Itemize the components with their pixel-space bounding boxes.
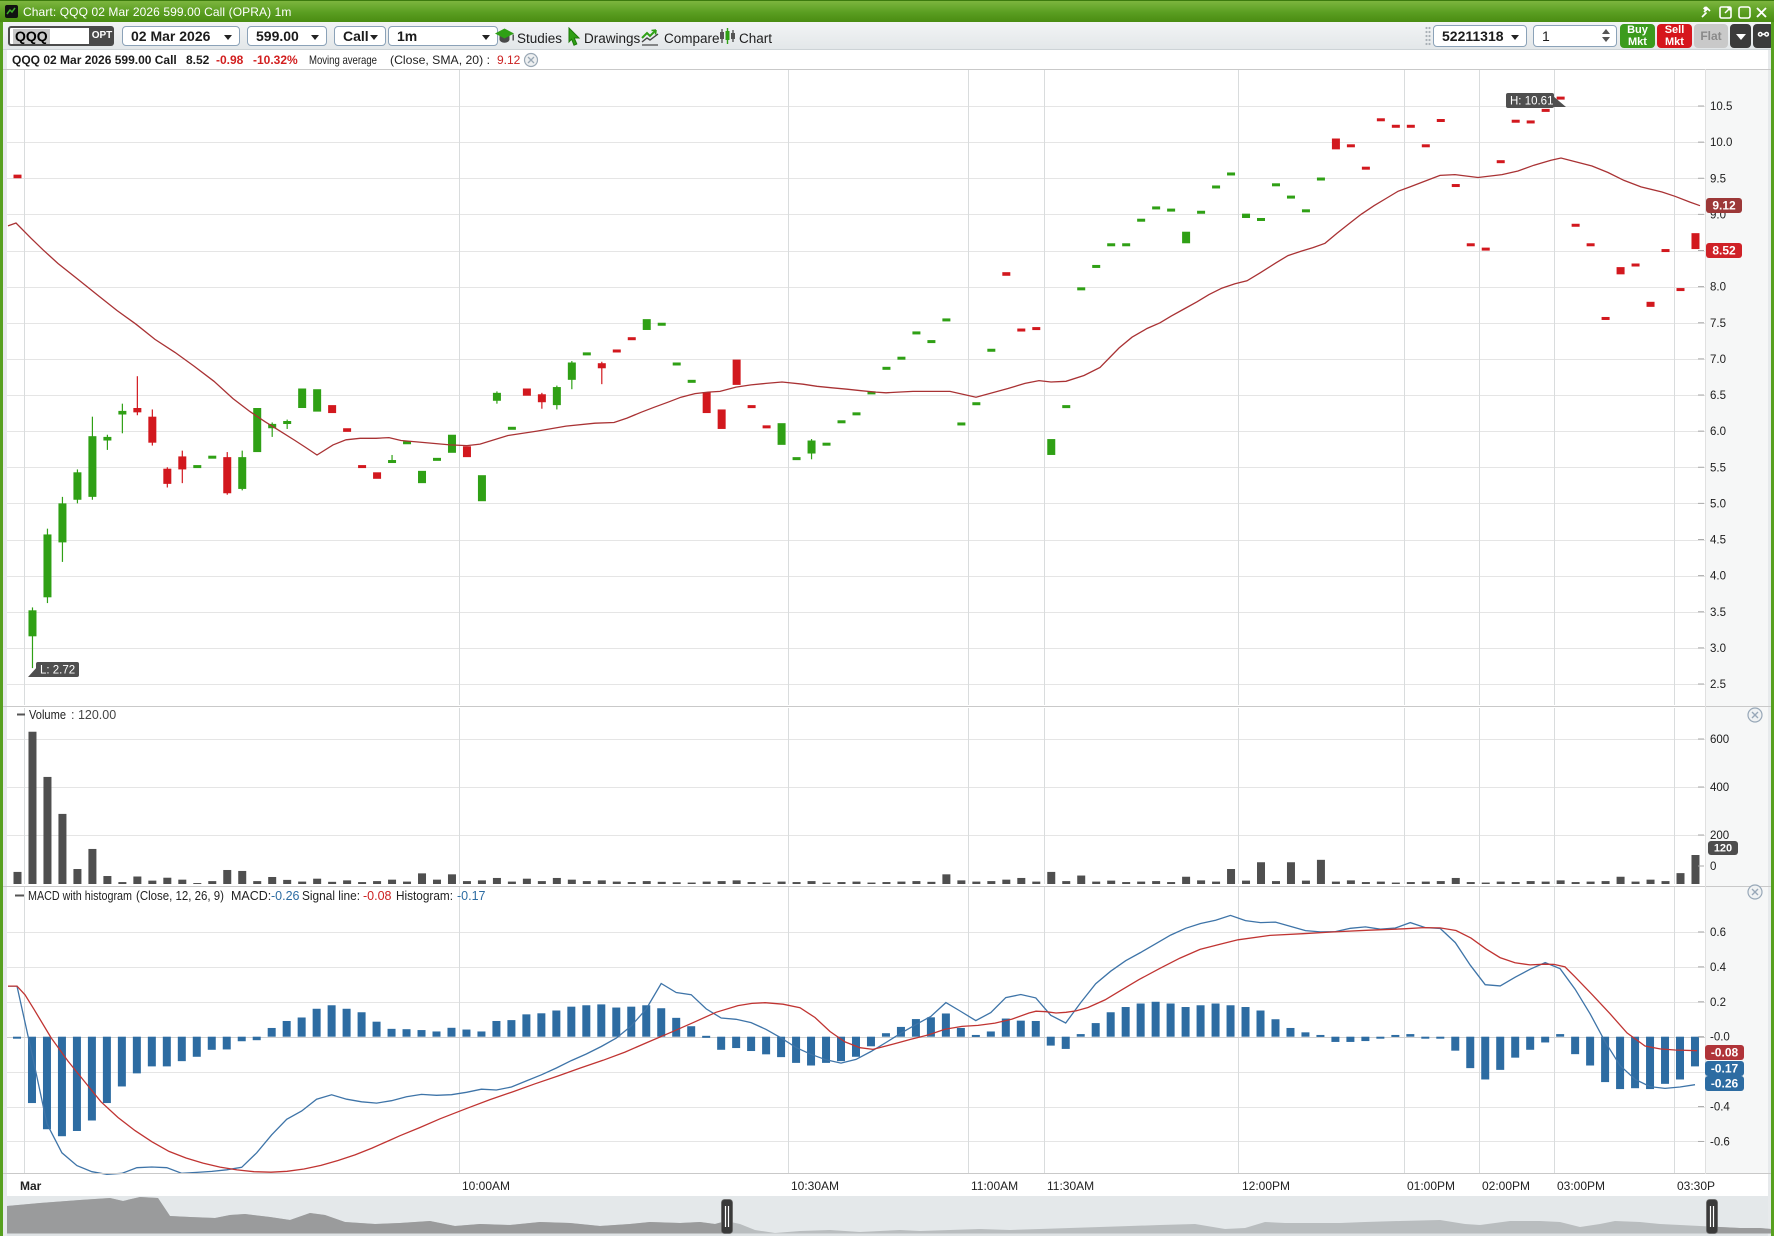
svg-text:-0.4: -0.4: [1710, 1102, 1730, 1114]
svg-text:0.4: 0.4: [1710, 962, 1727, 974]
svg-text:120: 120: [1714, 843, 1732, 855]
svg-text:Moving average: Moving average: [309, 53, 377, 67]
svg-text:Signal line:: Signal line:: [302, 889, 360, 903]
svg-text:MACD with histogram: MACD with histogram: [28, 889, 132, 903]
svg-text:QQQ 02 Mar 2026 599.00 Call: QQQ 02 Mar 2026 599.00 Call: [12, 53, 177, 67]
svg-text:12:00PM: 12:00PM: [1242, 1179, 1290, 1193]
svg-text:01:00PM: 01:00PM: [1407, 1179, 1455, 1193]
svg-text:L: 2.72: L: 2.72: [40, 665, 75, 677]
svg-text:10.0: 10.0: [1710, 137, 1732, 149]
svg-text:02:00PM: 02:00PM: [1482, 1179, 1530, 1193]
svg-text:-0.0: -0.0: [1710, 1032, 1730, 1044]
svg-text:600: 600: [1710, 734, 1729, 746]
svg-text:10:00AM: 10:00AM: [462, 1179, 510, 1193]
svg-text:400: 400: [1710, 782, 1729, 794]
svg-text:-0.26: -0.26: [271, 889, 300, 903]
svg-text:0: 0: [1710, 861, 1716, 873]
svg-text:03:00PM: 03:00PM: [1557, 1179, 1605, 1193]
svg-text:9.5: 9.5: [1710, 173, 1726, 185]
svg-text:6.5: 6.5: [1710, 390, 1726, 402]
svg-text:9.12: 9.12: [1712, 199, 1736, 213]
svg-text:2.5: 2.5: [1710, 679, 1726, 691]
svg-text:3.5: 3.5: [1710, 607, 1726, 619]
svg-text:200: 200: [1710, 830, 1729, 842]
svg-text:0.2: 0.2: [1710, 997, 1726, 1009]
svg-text:8.52: 8.52: [186, 53, 210, 67]
svg-text:8.52: 8.52: [1712, 244, 1736, 258]
svg-text:11:30AM: 11:30AM: [1047, 1179, 1094, 1193]
svg-text:10.5: 10.5: [1710, 101, 1732, 113]
svg-text:Volume: Volume: [29, 708, 66, 722]
svg-text:9.12: 9.12: [497, 53, 521, 67]
svg-text:-0.6: -0.6: [1710, 1136, 1730, 1148]
svg-text:(Close, 12, 26, 9): (Close, 12, 26, 9): [136, 889, 224, 903]
svg-text:3.0: 3.0: [1710, 643, 1726, 655]
svg-text:4.5: 4.5: [1710, 535, 1726, 547]
svg-text:5.5: 5.5: [1710, 462, 1726, 474]
svg-text:Mar: Mar: [20, 1179, 42, 1193]
svg-text:-0.17: -0.17: [457, 889, 486, 903]
svg-text:6.0: 6.0: [1710, 426, 1726, 438]
svg-text:: 120.00: : 120.00: [71, 708, 116, 722]
svg-text:-0.26: -0.26: [1711, 1077, 1739, 1091]
svg-text:7.5: 7.5: [1710, 318, 1726, 330]
svg-text:MACD:: MACD:: [231, 889, 271, 903]
svg-text:-0.08: -0.08: [363, 889, 392, 903]
svg-text:-10.32%: -10.32%: [253, 53, 298, 67]
svg-text:7.0: 7.0: [1710, 354, 1726, 366]
svg-text:-0.98: -0.98: [216, 53, 244, 67]
svg-text:-0.17: -0.17: [1711, 1062, 1739, 1076]
svg-text:03:30P: 03:30P: [1677, 1179, 1715, 1193]
svg-text:5.0: 5.0: [1710, 498, 1726, 510]
svg-text:0.6: 0.6: [1710, 927, 1726, 939]
svg-text:8.0: 8.0: [1710, 282, 1726, 294]
svg-text:10:30AM: 10:30AM: [791, 1179, 839, 1193]
svg-text:11:00AM: 11:00AM: [971, 1179, 1018, 1193]
svg-text:4.0: 4.0: [1710, 571, 1726, 583]
svg-text:(Close, SMA, 20) :: (Close, SMA, 20) :: [390, 53, 490, 67]
svg-text:Histogram:: Histogram:: [396, 889, 453, 903]
svg-text:H: 10.61: H: 10.61: [1510, 96, 1553, 108]
svg-text:-0.08: -0.08: [1711, 1046, 1739, 1060]
